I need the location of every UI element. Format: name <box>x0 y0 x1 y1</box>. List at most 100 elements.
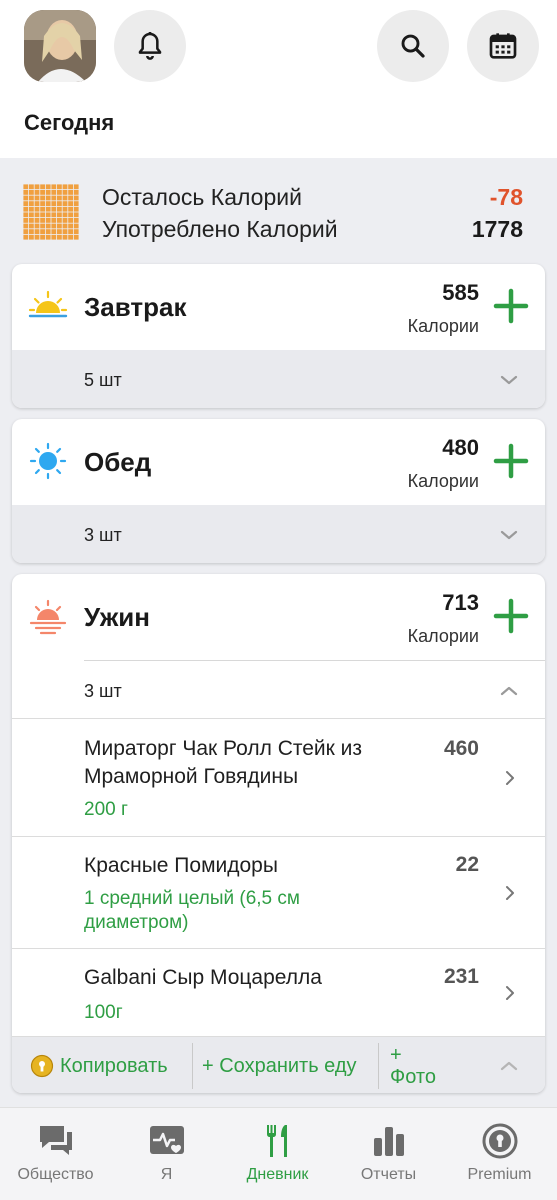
bell-icon <box>138 32 162 60</box>
calorie-grid-cell <box>62 195 68 201</box>
avatar[interactable] <box>24 10 96 82</box>
food-item[interactable]: Galbani Сыр Моцарелла 100г 231 <box>12 948 545 1036</box>
food-portion: 1 средний целый (6,5 см диаметром) <box>84 888 300 933</box>
calorie-grid-cell <box>45 218 51 223</box>
add-food-button[interactable] <box>491 596 531 636</box>
calorie-grid-cell <box>45 234 51 240</box>
tab-reports[interactable]: Отчеты <box>333 1108 444 1200</box>
calorie-grid-cell <box>40 229 45 234</box>
calorie-grid-cell <box>51 206 57 212</box>
calorie-grid-cell <box>34 223 40 229</box>
calorie-grid-cell <box>29 206 34 212</box>
calorie-grid-cell <box>23 212 29 218</box>
calorie-grid-cell <box>34 190 40 195</box>
sunset-icon <box>29 599 67 635</box>
calorie-grid-cell <box>40 190 45 195</box>
meal-header-dinner[interactable]: Ужин 713 Калории <box>12 574 545 660</box>
calorie-grid-cell <box>62 212 68 218</box>
calorie-grid-cell <box>45 229 51 234</box>
food-calories: 231 <box>443 965 479 988</box>
food-item[interactable]: Мираторг Чак Ролл Стейк из Мраморной Гов… <box>12 718 545 836</box>
calorie-grid-cell <box>34 195 40 201</box>
calorie-summary[interactable]: Осталось Калорий -78 Употреблено Калорий… <box>0 166 557 256</box>
calendar-button[interactable] <box>467 10 539 82</box>
meal-card-breakfast: Завтрак 585 Калории 5 шт <box>12 264 545 408</box>
calorie-grid-cell <box>62 201 68 206</box>
calorie-grid-cell <box>29 218 34 223</box>
notifications-button[interactable] <box>114 10 186 82</box>
consumed-calories-value: 1778 <box>471 216 523 242</box>
calorie-grid-cell <box>45 201 51 206</box>
tab-premium[interactable]: Premium <box>444 1108 555 1200</box>
meal-card-dinner: Ужин 713 Калории 3 шт Мираторг Чак Ролл … <box>12 574 545 1093</box>
calorie-grid-cell <box>73 184 79 190</box>
calorie-grid-cell <box>40 201 45 206</box>
meal-item-count: 5 шт <box>84 370 122 390</box>
tab-community[interactable]: Общество <box>0 1108 111 1200</box>
tab-me[interactable]: Я <box>111 1108 222 1200</box>
save-meal-button[interactable]: + Сохранить еду <box>202 1037 357 1093</box>
chevron-down-icon <box>500 375 518 385</box>
calorie-grid-cell <box>40 184 45 190</box>
calorie-grid-cell <box>29 223 34 229</box>
add-food-button[interactable] <box>491 286 531 326</box>
calorie-grid-cell <box>40 218 45 223</box>
food-item[interactable]: Красные Помидоры 1 средний целый (6,5 см… <box>12 836 545 948</box>
copy-meal-button[interactable]: Копировать <box>30 1037 168 1093</box>
calorie-grid-cell <box>51 229 57 234</box>
calorie-grid-cell <box>68 223 73 229</box>
calorie-grid-icon <box>23 184 79 240</box>
page-title: Сегодня <box>24 110 115 135</box>
meal-header-breakfast[interactable]: Завтрак 585 Калории <box>12 264 545 350</box>
calorie-grid-cell <box>29 190 34 195</box>
meal-item-count: 3 шт <box>84 525 122 545</box>
chevron-right-icon <box>506 886 514 900</box>
food-calories: 22 <box>455 853 479 876</box>
calorie-grid-cell <box>51 218 57 223</box>
meal-item-count: 3 шт <box>84 681 122 701</box>
calorie-grid-cell <box>62 190 68 195</box>
calorie-grid-cell <box>73 201 79 206</box>
calorie-grid-cell <box>40 212 45 218</box>
food-calories: 460 <box>443 737 479 760</box>
calorie-grid-cell <box>23 234 29 240</box>
photo-button[interactable]: + Фото <box>390 1037 436 1093</box>
calorie-grid-cell <box>57 223 62 229</box>
tab-label: Я <box>160 1166 173 1183</box>
chevron-up-icon[interactable] <box>497 1054 521 1078</box>
calorie-grid-cell <box>34 184 40 190</box>
tab-diary[interactable]: Дневник <box>222 1108 333 1200</box>
calorie-grid-cell <box>62 229 68 234</box>
calorie-grid-cell <box>51 234 57 240</box>
meal-items-toggle-breakfast[interactable]: 5 шт <box>12 350 545 408</box>
calorie-grid-cell <box>40 223 45 229</box>
calorie-grid-cell <box>57 218 62 223</box>
calorie-grid-cell <box>23 223 29 229</box>
calorie-grid-cell <box>29 184 34 190</box>
calorie-grid-cell <box>23 206 29 212</box>
copy-meal-label: Копировать <box>60 1054 168 1077</box>
chevron-down-icon <box>500 530 518 540</box>
calorie-grid-cell <box>62 218 68 223</box>
tab-label: Отчеты <box>360 1166 417 1183</box>
calorie-grid-cell <box>23 218 29 223</box>
calorie-grid-cell <box>73 212 79 218</box>
add-food-button[interactable] <box>491 441 531 481</box>
food-name: Galbani Сыр Моцарелла <box>84 966 322 989</box>
calorie-grid-cell <box>62 223 68 229</box>
tab-label: Premium <box>467 1166 532 1183</box>
search-button[interactable] <box>377 10 449 82</box>
premium-badge-icon <box>482 1123 518 1159</box>
calorie-grid-cell <box>45 206 51 212</box>
meal-header-lunch[interactable]: Обед 480 Калории <box>12 419 545 505</box>
sunrise-icon <box>28 290 68 318</box>
calorie-grid-cell <box>57 229 62 234</box>
calorie-grid-cell <box>34 218 40 223</box>
meal-items-toggle-lunch[interactable]: 3 шт <box>12 505 545 563</box>
calorie-grid-cell <box>62 206 68 212</box>
meal-items-toggle-dinner[interactable]: 3 шт <box>84 660 545 718</box>
search-icon <box>401 34 425 58</box>
calorie-grid-cell <box>57 201 62 206</box>
calorie-grid-cell <box>68 184 73 190</box>
calorie-grid-cell <box>57 234 62 240</box>
